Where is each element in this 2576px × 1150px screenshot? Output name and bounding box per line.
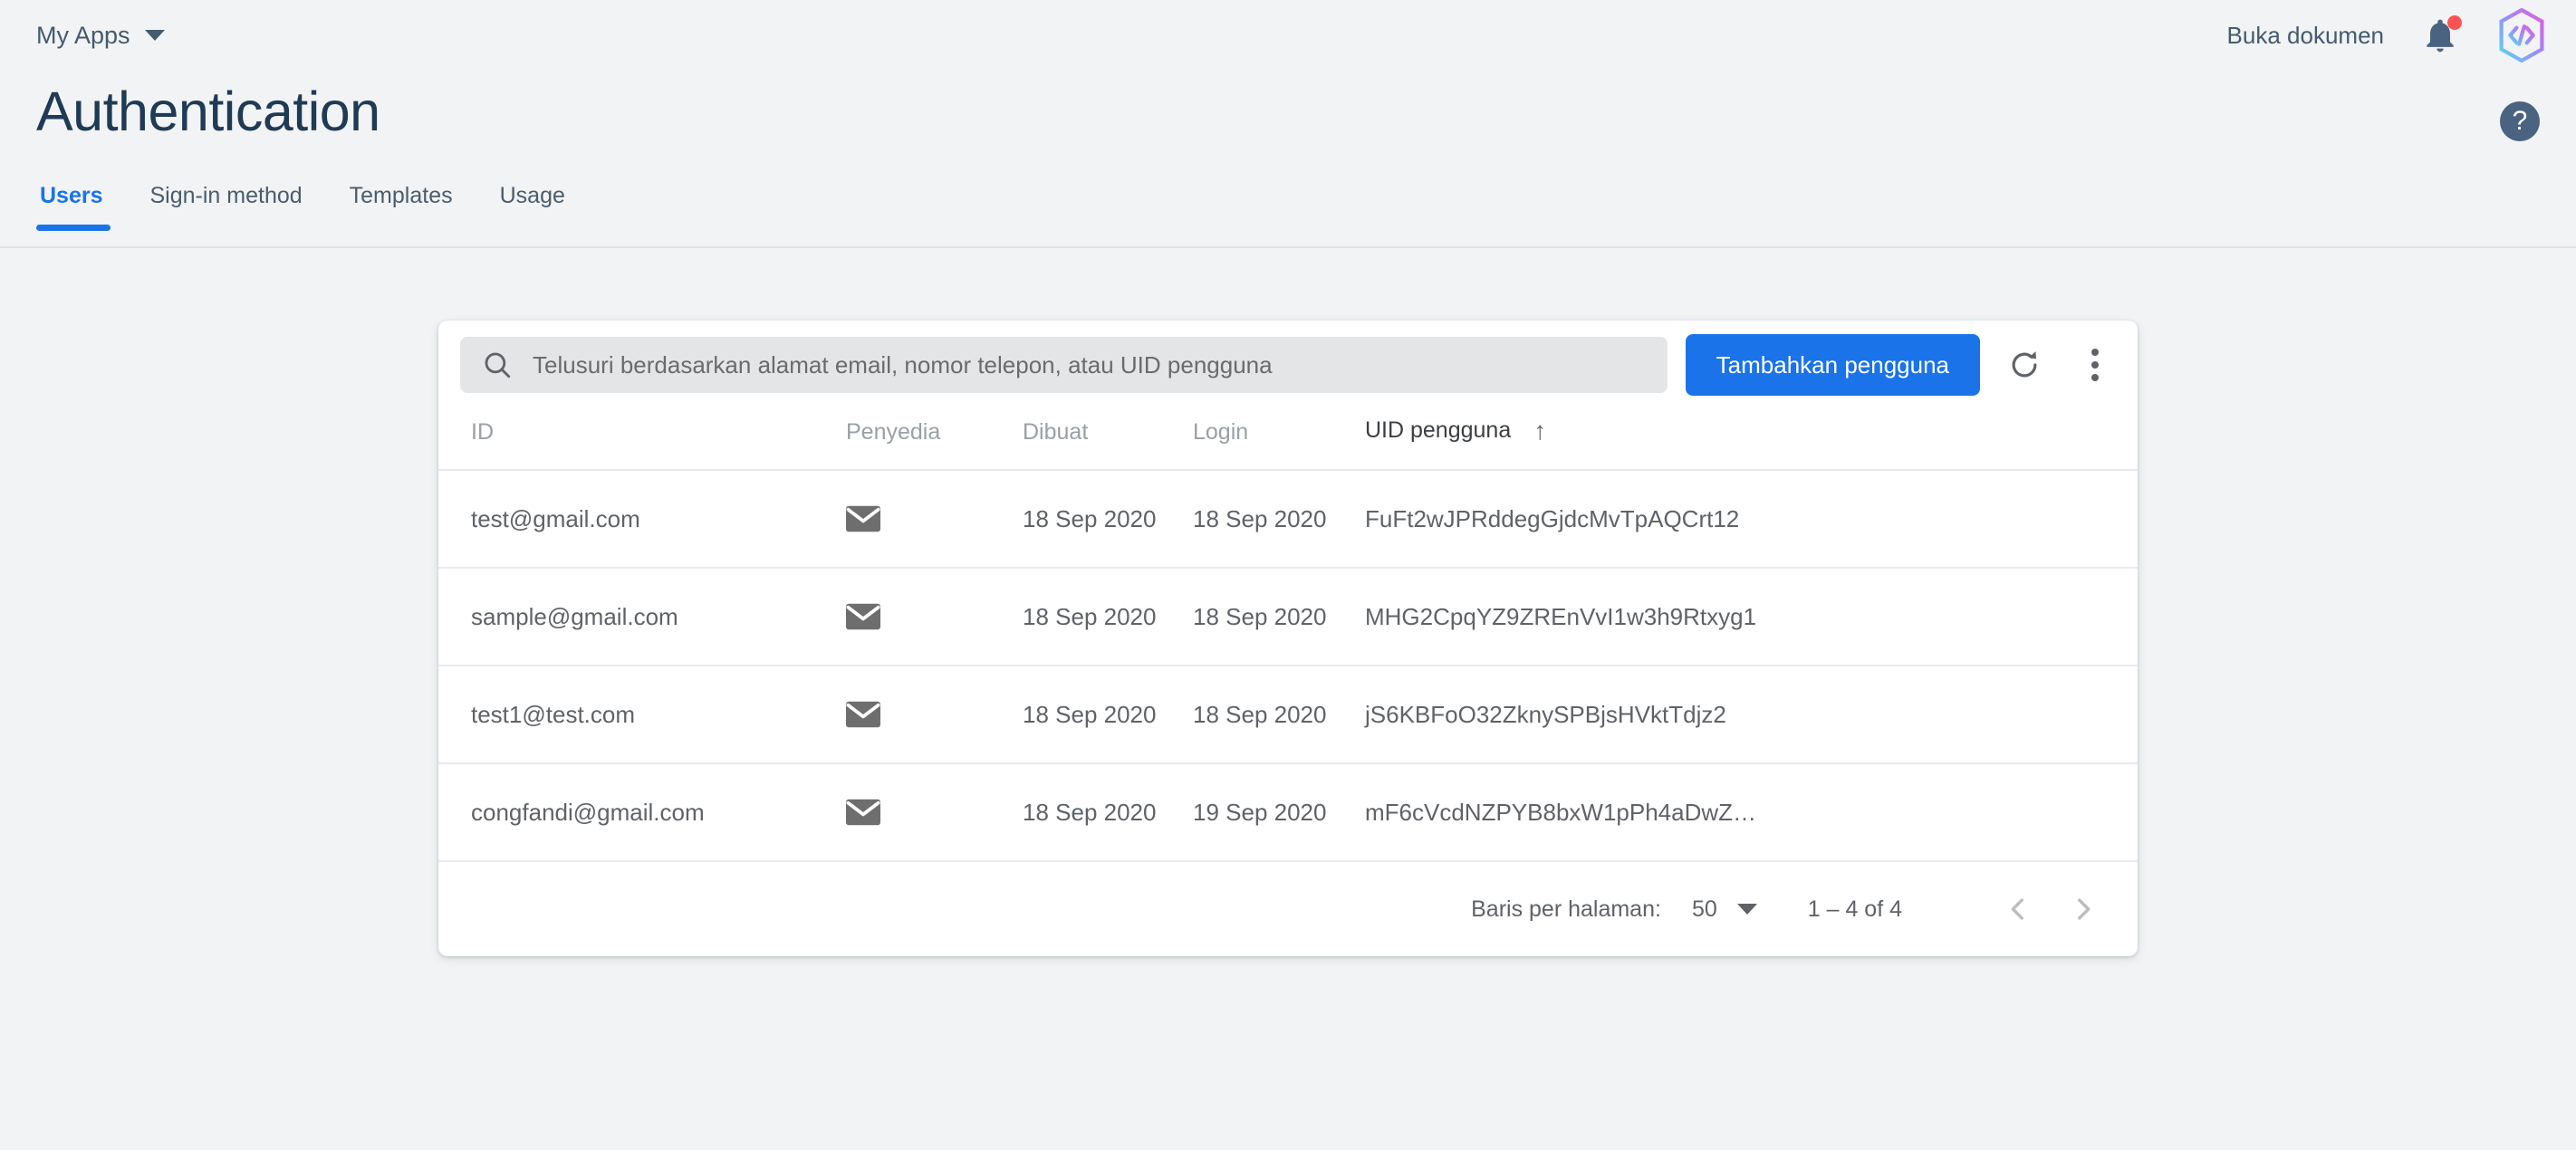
cell-uid: FuFt2wJPRddegGjdcMvTpAQCrt12 (1365, 470, 2138, 568)
column-header-uid-label: UID pengguna (1365, 417, 1511, 443)
open-docs-link[interactable]: Buka dokumen (2227, 22, 2384, 50)
cell-created: 18 Sep 2020 (1023, 666, 1193, 763)
add-user-button[interactable]: Tambahkan pengguna (1686, 334, 1980, 396)
search-input[interactable]: Telusuri berdasarkan alamat email, nomor… (460, 337, 1668, 393)
table-row[interactable]: congfandi@gmail.com 18 Sep 2020 19 Sep 2… (438, 763, 2138, 861)
email-envelope-icon (846, 799, 880, 826)
pagination-cell: Baris per halaman: 50 1 – 4 of 4 (438, 861, 2138, 956)
rows-per-page-value[interactable]: 50 (1692, 896, 1717, 923)
notification-badge-dot (2447, 15, 2462, 30)
cell-id: test1@test.com (438, 666, 846, 763)
notifications-button[interactable] (2420, 14, 2460, 56)
tab-templates[interactable]: Templates (326, 179, 476, 229)
search-icon (482, 350, 513, 380)
table-row[interactable]: test@gmail.com 18 Sep 2020 18 Sep 2020 F… (438, 470, 2138, 568)
tab-bar: Users Sign-in method Templates Usage (0, 179, 2576, 248)
page-title: Authentication (36, 80, 380, 143)
users-table-footer: Baris per halaman: 50 1 – 4 of 4 (438, 861, 2138, 956)
cell-id: sample@gmail.com (438, 568, 846, 666)
cell-created: 18 Sep 2020 (1023, 470, 1193, 568)
cell-created: 18 Sep 2020 (1023, 763, 1193, 861)
cell-provider (846, 666, 1023, 763)
cell-signed-in: 18 Sep 2020 (1193, 666, 1365, 763)
table-row[interactable]: sample@gmail.com 18 Sep 2020 18 Sep 2020… (438, 568, 2138, 666)
email-envelope-icon (846, 505, 880, 532)
column-header-provider[interactable]: Penyedia (846, 409, 1023, 470)
cell-id: test@gmail.com (438, 470, 846, 568)
cell-provider (846, 763, 1023, 861)
refresh-icon (2007, 348, 2042, 382)
column-header-created[interactable]: Dibuat (1023, 409, 1193, 470)
cell-uid: mF6cVcdNZPYB8bxW1pPh4aDwZ… (1365, 763, 2138, 861)
cell-provider (846, 568, 1023, 666)
email-envelope-icon (846, 603, 880, 630)
top-bar: My Apps Buka dokumen (0, 0, 2576, 71)
previous-page-button[interactable] (1985, 877, 2051, 942)
search-placeholder-text: Telusuri berdasarkan alamat email, nomor… (533, 351, 1273, 379)
users-table-body: test@gmail.com 18 Sep 2020 18 Sep 2020 F… (438, 470, 2138, 861)
cell-created: 18 Sep 2020 (1023, 568, 1193, 666)
cell-signed-in: 18 Sep 2020 (1193, 470, 1365, 568)
rows-per-page-label: Baris per halaman: (1471, 896, 1661, 923)
column-header-uid[interactable]: UID pengguna ↑ (1365, 409, 2138, 470)
next-page-button[interactable] (2051, 877, 2116, 942)
more-options-button[interactable] (2069, 339, 2121, 391)
card-toolbar: Telusuri berdasarkan alamat email, nomor… (438, 321, 2138, 409)
my-apps-label: My Apps (36, 22, 130, 50)
users-table: ID Penyedia Dibuat Login UID pengguna ↑ … (438, 409, 2138, 956)
pagination-range-label: 1 – 4 of 4 (1808, 896, 1902, 923)
chevron-down-icon[interactable] (1737, 904, 1757, 915)
cell-signed-in: 18 Sep 2020 (1193, 568, 1365, 666)
cell-uid: MHG2CpqYZ9ZREnVvI1w3h9Rtxyg1 (1365, 568, 2138, 666)
tab-usage[interactable]: Usage (476, 179, 589, 229)
table-header-row: ID Penyedia Dibuat Login UID pengguna ↑ (438, 409, 2138, 470)
table-row[interactable]: test1@test.com 18 Sep 2020 18 Sep 2020 j… (438, 666, 2138, 763)
cell-id: congfandi@gmail.com (438, 763, 846, 861)
users-table-header: ID Penyedia Dibuat Login UID pengguna ↑ (438, 409, 2138, 470)
pagination-bar: Baris per halaman: 50 1 – 4 of 4 (438, 862, 2138, 956)
help-icon[interactable]: ? (2500, 101, 2540, 141)
cell-provider (846, 470, 1023, 568)
column-header-signed-in[interactable]: Login (1193, 409, 1365, 470)
refresh-button[interactable] (1998, 339, 2051, 391)
tab-users[interactable]: Users (36, 179, 127, 229)
cell-signed-in: 19 Sep 2020 (1193, 763, 1365, 861)
column-header-id[interactable]: ID (438, 409, 846, 470)
chevron-down-icon (145, 30, 165, 41)
email-envelope-icon (846, 701, 880, 728)
more-vert-icon (2091, 349, 2099, 381)
users-card: Telusuri berdasarkan alamat email, nomor… (438, 321, 2138, 956)
tab-sign-in-method[interactable]: Sign-in method (127, 179, 326, 229)
chevron-right-icon (2068, 894, 2099, 925)
chevron-left-icon (2003, 894, 2033, 925)
top-bar-actions: Buka dokumen (2227, 7, 2547, 63)
pagination-row: Baris per halaman: 50 1 – 4 of 4 (438, 861, 2138, 956)
code-hex-icon[interactable] (2496, 7, 2547, 63)
sort-ascending-icon: ↑ (1533, 417, 1546, 446)
my-apps-dropdown[interactable]: My Apps (36, 22, 165, 50)
cell-uid: jS6KBFoO32ZknySPBjsHVktTdjz2 (1365, 666, 2138, 763)
